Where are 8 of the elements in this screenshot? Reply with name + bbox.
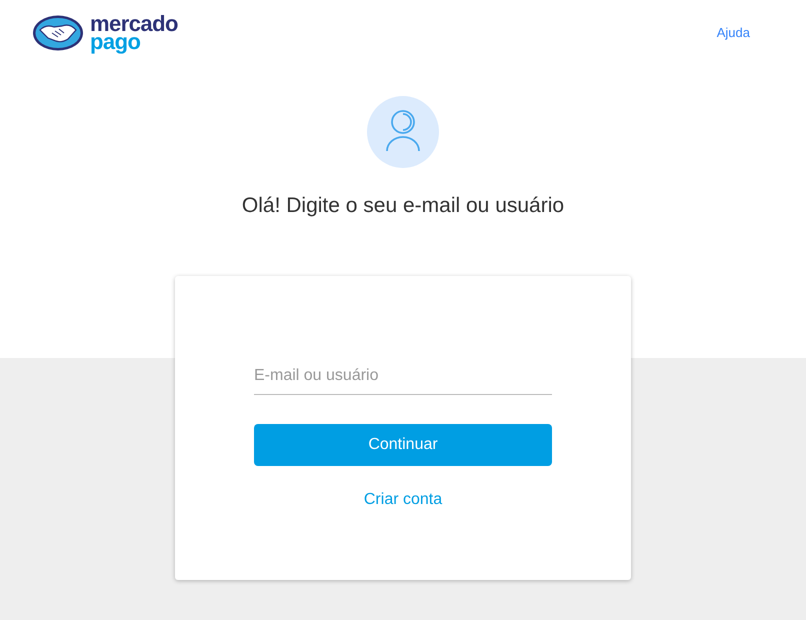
email-field[interactable]: E-mail ou usuário [254,364,552,394]
user-avatar-icon [367,96,439,168]
page-heading: Olá! Digite o seu e-mail ou usuário [242,193,564,219]
create-account-link[interactable]: Criar conta [364,488,442,512]
help-link[interactable]: Ajuda [716,23,750,43]
logo-wordmark: mercado [90,15,178,33]
handshake-logo-icon [32,14,84,52]
continue-button[interactable]: Continuar [254,424,552,466]
